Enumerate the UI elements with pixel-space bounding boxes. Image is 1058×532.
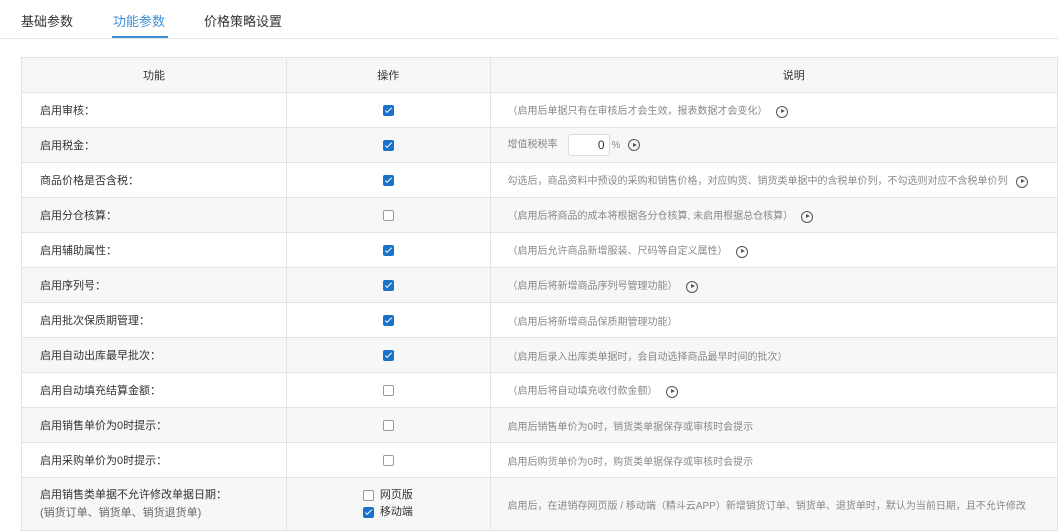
play-circle-icon[interactable] — [801, 210, 814, 223]
row-description: 启用后，在进销存网页版 / 移动端（精斗云APP）新增销货订单、销货单、退货单时… — [507, 500, 1026, 512]
auto-fill-settlement-checkbox[interactable] — [382, 384, 394, 396]
web-version-checkbox[interactable] — [362, 490, 374, 501]
row-function-label: 启用销售类单据不允许修改单据日期： — [40, 489, 227, 501]
row-description: 启用后购货单价为0时，购货类单据保存或审核时会提示 — [507, 456, 754, 468]
header-operation: 操作 — [285, 57, 491, 93]
enable-tax-checkbox[interactable] — [382, 139, 394, 151]
row-description: （启用后录入出库类单据时，会自动选择商品最早时间的批次） — [507, 351, 788, 363]
header-description: 说明 — [489, 57, 1058, 93]
play-circle-icon[interactable] — [735, 245, 748, 258]
table-header-row: 功能 操作 说明 — [21, 57, 1058, 93]
table-row: 启用销售类单据不允许修改单据日期： (销货订单、销货单、销货退货单) 网页版 移… — [21, 477, 1058, 531]
tab-basic-params[interactable]: 基础参数 — [21, 13, 73, 31]
row-description: 勾选后，商品资料中预设的采购和销售价格，对应购货、销货类单据中的含税单价列，不勾… — [507, 176, 1008, 188]
table-row: 启用序列号： （启用后将新增商品序列号管理功能） — [21, 267, 1058, 303]
aux-attributes-checkbox[interactable] — [382, 244, 394, 256]
row-function-label: 启用销售单价为0时提示： — [21, 407, 287, 443]
warehouse-accounting-checkbox[interactable] — [382, 209, 394, 221]
row-function-sublabel: (销货订单、销货单、销货退货单) — [40, 507, 202, 519]
vat-rate-input[interactable]: 0 — [567, 134, 610, 156]
table-row: 启用分仓核算： （启用后将商品的成本将根据各分仓核算, 未启用根据总仓核算） — [21, 197, 1058, 233]
option-mobile[interactable]: 移动端 — [287, 504, 489, 521]
header-function: 功能 — [21, 57, 287, 93]
row-function-label: 启用分仓核算： — [21, 197, 287, 233]
mobile-label: 移动端 — [379, 506, 413, 518]
tab-bar: 基础参数 功能参数 价格策略设置 — [0, 0, 1058, 39]
table-row: 启用自动填充结算金额： （启用后将自动填充收付款金额） — [21, 372, 1058, 408]
table-row: 启用审核： （启用后单据只有在审核后才会生效，报表数据才会变化） — [21, 92, 1058, 128]
row-description: 启用后销售单价为0时，销货类单据保存或审核时会提示 — [507, 421, 754, 433]
enable-audit-checkbox[interactable] — [382, 104, 394, 116]
purchase-price-zero-warning-checkbox[interactable] — [382, 454, 394, 466]
table-row: 启用辅助属性： （启用后允许商品新增服装、尺码等自定义属性） — [21, 232, 1058, 268]
price-includes-tax-checkbox[interactable] — [382, 174, 394, 186]
row-function-label: 启用辅助属性： — [21, 232, 287, 268]
serial-number-checkbox[interactable] — [382, 279, 394, 291]
batch-shelf-life-checkbox[interactable] — [382, 314, 394, 326]
row-description: （启用后将新增商品保质期管理功能） — [507, 316, 678, 328]
row-function-label: 启用审核： — [21, 92, 287, 128]
active-tab-indicator — [112, 36, 168, 38]
sale-price-zero-warning-checkbox[interactable] — [382, 419, 394, 431]
option-web[interactable]: 网页版 — [287, 487, 489, 504]
table-row: 启用销售单价为0时提示： 启用后销售单价为0时，销货类单据保存或审核时会提示 — [21, 407, 1058, 443]
play-circle-icon[interactable] — [1015, 175, 1028, 188]
play-circle-icon[interactable] — [775, 105, 788, 118]
row-function-label: 商品价格是否含税： — [21, 162, 287, 198]
mobile-checkbox[interactable] — [362, 507, 374, 518]
tab-price-strategy[interactable]: 价格策略设置 — [204, 13, 282, 31]
play-circle-icon[interactable] — [665, 385, 678, 398]
auto-earliest-batch-checkbox[interactable] — [382, 349, 394, 361]
row-function-label: 启用采购单价为0时提示： — [21, 442, 287, 478]
row-description: （启用后将新增商品序列号管理功能） — [507, 281, 678, 293]
row-description: （启用后将商品的成本将根据各分仓核算, 未启用根据总仓核算） — [507, 211, 794, 223]
play-circle-icon[interactable] — [628, 139, 641, 151]
row-function-label: 启用序列号： — [21, 267, 287, 303]
play-circle-icon[interactable] — [685, 280, 698, 293]
table-row: 启用税金： 增值税税率 0% — [21, 127, 1058, 163]
function-params-table: 功能 操作 说明 启用审核： （启用后单据只有在审核后才会生效，报表数据才会变化… — [21, 57, 1058, 531]
row-description: （启用后单据只有在审核后才会生效，报表数据才会变化） — [507, 106, 768, 118]
table-row: 启用批次保质期管理： （启用后将新增商品保质期管理功能） — [21, 302, 1058, 338]
table-row: 商品价格是否含税： 勾选后，商品资料中预设的采购和销售价格，对应购货、销货类单据… — [21, 162, 1058, 198]
row-function-label: 启用自动填充结算金额： — [21, 372, 287, 408]
tab-function-params[interactable]: 功能参数 — [113, 13, 165, 31]
row-description: （启用后将自动填充收付款金额） — [507, 386, 658, 398]
row-function-label: 启用税金： — [21, 127, 287, 163]
row-function-label: 启用批次保质期管理： — [21, 302, 287, 338]
row-function-label: 启用自动出库最早批次： — [21, 337, 287, 373]
table-row: 启用采购单价为0时提示： 启用后购货单价为0时，购货类单据保存或审核时会提示 — [21, 442, 1058, 478]
table-row: 启用自动出库最早批次： （启用后录入出库类单据时，会自动选择商品最早时间的批次） — [21, 337, 1058, 373]
row-description: （启用后允许商品新增服装、尺码等自定义属性） — [507, 246, 728, 258]
vat-rate-unit: % — [611, 139, 621, 151]
web-version-label: 网页版 — [379, 489, 413, 501]
vat-rate-label: 增值税税率 — [507, 139, 558, 151]
